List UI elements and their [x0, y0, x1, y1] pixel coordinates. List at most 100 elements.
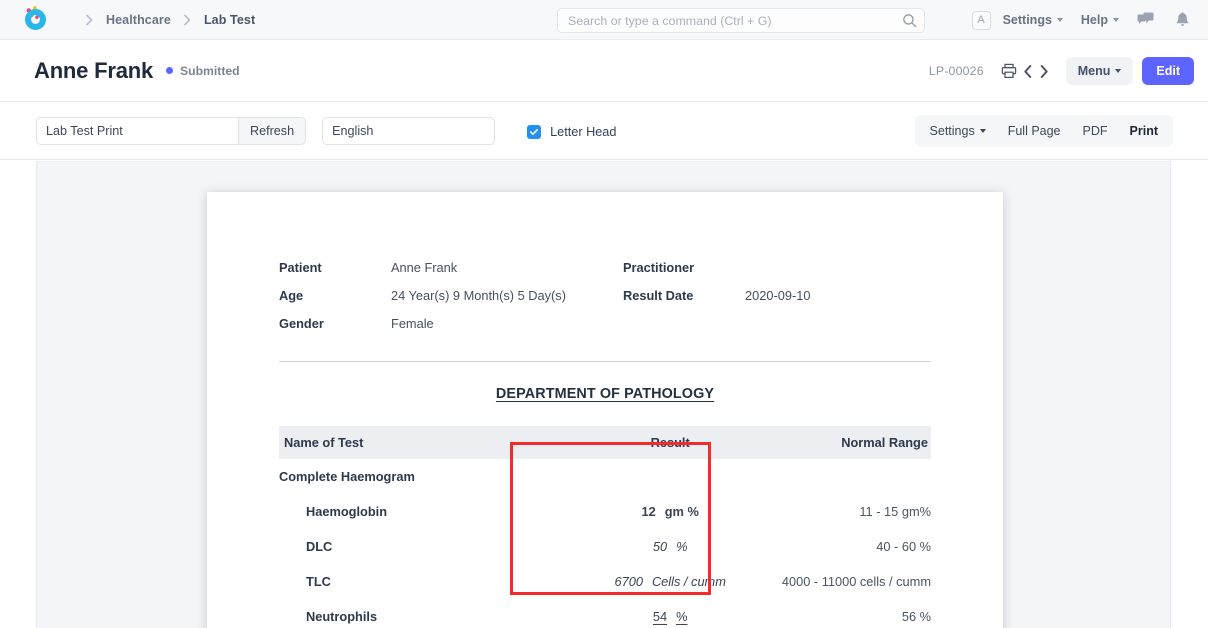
column-header-result: Result [572, 426, 768, 459]
test-normal-range: 56 % [901, 609, 931, 624]
breadcrumb: Healthcare Lab Test [73, 13, 255, 27]
page-title: Anne Frank [34, 57, 154, 83]
lab-results-table-body: Complete Haemogram Haemoglobin 12 gm % 11… [279, 459, 931, 628]
test-name: Neutrophils [306, 609, 378, 624]
print-actions-group: Settings Full Page PDF Print [914, 114, 1173, 147]
nav-menu-settings[interactable]: Settings [1003, 13, 1063, 27]
department-title: DEPARTMENT OF PATHOLOGY [495, 386, 715, 402]
lab-results-table-head: Name of Test Result Normal Range [279, 426, 931, 459]
table-row: TLC 6700 Cells / cumm 4000 - 11000 cells … [279, 564, 931, 599]
nav-menu-help-label: Help [1080, 13, 1108, 27]
info-value-gender: Female [391, 316, 434, 331]
test-name: TLC [306, 574, 331, 589]
column-header-normal-range: Normal Range [767, 426, 931, 459]
print-settings-label: Settings [929, 123, 975, 138]
bell-icon[interactable] [1175, 11, 1190, 29]
logo-ring-decor [25, 9, 46, 30]
full-page-button[interactable]: Full Page [997, 117, 1072, 145]
table-row: Neutrophils 54% 56 % [279, 599, 931, 628]
info-label-gender: Gender [279, 316, 324, 331]
patient-info-grid: Patient Anne Frank Practitioner Age 24 Y… [279, 260, 931, 331]
test-normal-range [768, 459, 931, 494]
test-result-unit: gm % [664, 504, 699, 519]
info-label-practitioner: Practitioner [623, 260, 695, 275]
test-name: Complete Haemogram [279, 469, 415, 484]
info-value-result-date: 2020-09-10 [745, 288, 811, 303]
test-result-unit: % [676, 539, 688, 554]
test-normal-range: 40 - 60 % [876, 539, 931, 554]
print-preview-page: Patient Anne Frank Practitioner Age 24 Y… [207, 192, 1003, 628]
print-format-input[interactable] [36, 116, 239, 145]
test-result [572, 459, 768, 494]
info-label-patient: Patient [279, 260, 322, 275]
info-value-patient: Anne Frank [391, 260, 458, 275]
info-label-result-date: Result Date [623, 288, 694, 303]
chevron-down-icon [979, 128, 986, 133]
printer-icon[interactable] [998, 60, 1020, 82]
chevron-right-icon [183, 14, 192, 26]
chevron-down-icon [1115, 69, 1122, 73]
language-input[interactable] [322, 116, 496, 145]
avatar[interactable]: A [971, 10, 991, 30]
menu-button-label: Menu [1077, 64, 1111, 78]
checkbox-checked-icon [527, 124, 542, 139]
print-format-group: Refresh [36, 116, 307, 145]
info-label-empty [623, 316, 745, 331]
test-result-value: 54 [652, 609, 668, 624]
document-id: LP-00026 [928, 64, 984, 78]
status-dot-icon [166, 67, 174, 74]
info-label-age: Age [279, 288, 304, 303]
test-result: 54% [572, 599, 768, 628]
nav-menu-settings-label: Settings [1002, 13, 1052, 27]
breadcrumb-item-healthcare[interactable]: Healthcare [106, 13, 171, 27]
test-normal-range: 11 - 15 gm% [859, 504, 931, 519]
status-badge: Submitted [166, 64, 240, 78]
column-header-name-of-test: Name of Test [279, 426, 573, 459]
test-result-value: 12 [641, 504, 656, 519]
test-result: 50% [572, 529, 768, 564]
letter-head-label: Letter Head [550, 124, 617, 139]
table-row: Haemoglobin 12 gm % 11 - 15 gm% [279, 494, 931, 529]
navbar-right-group: A Settings Help [971, 0, 1194, 40]
refresh-button[interactable]: Refresh [239, 116, 307, 145]
menu-button[interactable]: Menu [1065, 57, 1134, 85]
chevron-down-icon [1056, 18, 1063, 22]
test-result: 6700 Cells / cumm [572, 564, 768, 599]
test-result-value: 6700 [614, 574, 643, 589]
print-settings-button[interactable]: Settings [919, 117, 997, 145]
test-result: 12 gm % [572, 494, 768, 529]
test-name: DLC [306, 539, 333, 554]
test-result-value: 50 [652, 539, 668, 554]
table-header-row: Name of Test Result Normal Range [279, 426, 931, 459]
info-value-age: 24 Year(s) 9 Month(s) 5 Day(s) [391, 288, 566, 303]
print-button[interactable]: Print [1119, 117, 1169, 145]
test-name: Haemoglobin [306, 504, 388, 519]
status-label: Submitted [180, 63, 240, 78]
search-container [557, 8, 925, 33]
breadcrumb-item-lab-test[interactable]: Lab Test [204, 13, 255, 27]
nav-menu-help[interactable]: Help [1081, 13, 1119, 27]
table-row: Complete Haemogram [279, 459, 931, 494]
lab-results-table: Name of Test Result Normal Range Complet… [279, 426, 931, 628]
next-document-icon[interactable] [1036, 61, 1052, 82]
letter-head-checkbox[interactable]: Letter Head [527, 124, 617, 139]
test-normal-range: 4000 - 11000 cells / cumm [781, 574, 931, 589]
frappe-health-logo[interactable] [22, 6, 49, 33]
chat-icon[interactable] [1137, 12, 1155, 28]
info-value-empty [745, 316, 931, 331]
prev-document-icon[interactable] [1020, 61, 1036, 82]
pdf-button[interactable]: PDF [1072, 117, 1119, 145]
chevron-down-icon [1113, 18, 1119, 22]
table-row: DLC 50% 40 - 60 % [279, 529, 931, 564]
print-toolbar: Refresh Letter Head Settings Full Page P… [0, 102, 1208, 160]
test-result-unit: Cells / cumm [651, 574, 726, 589]
print-preview-area: Patient Anne Frank Practitioner Age 24 Y… [36, 161, 1171, 628]
page-header: Anne Frank Submitted LP-00026 Menu Edit [0, 40, 1208, 102]
top-navbar: Healthcare Lab Test A Settings Help [0, 0, 1208, 40]
chevron-right-icon [85, 14, 94, 26]
section-divider [279, 361, 931, 362]
edit-button[interactable]: Edit [1142, 57, 1194, 85]
page-header-actions: LP-00026 Menu Edit [929, 40, 1194, 102]
info-value-practitioner [745, 260, 931, 275]
search-input[interactable] [557, 8, 925, 33]
